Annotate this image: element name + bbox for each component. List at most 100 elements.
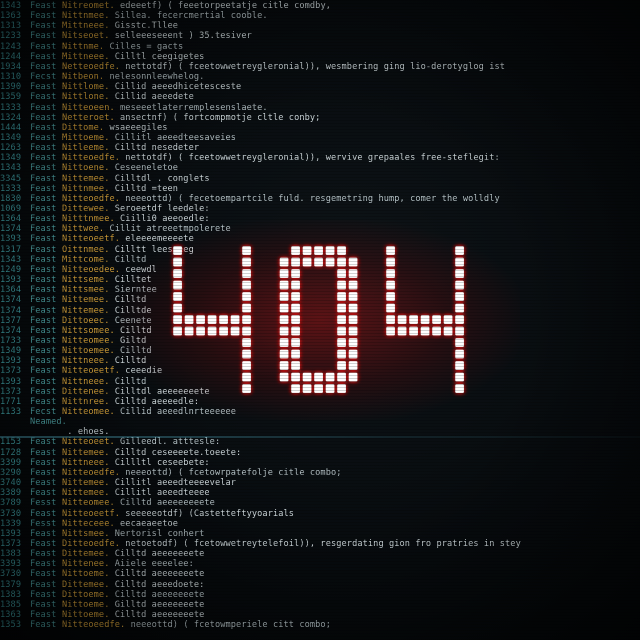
digit-dot <box>420 326 430 336</box>
digit-dot <box>242 292 251 301</box>
digit-dot <box>173 246 182 255</box>
digit-dot <box>325 257 335 267</box>
digit-dot <box>337 269 346 278</box>
digit-dot <box>242 303 251 313</box>
digit-dot <box>242 326 251 336</box>
digit-dot <box>386 280 395 290</box>
keyword: Feast <box>30 620 57 631</box>
digit-dot <box>242 246 251 255</box>
digit-dot <box>242 349 251 359</box>
digit-dot <box>291 361 300 370</box>
digit-dot <box>386 292 395 301</box>
digit-dot <box>219 315 228 324</box>
digit-dot <box>173 292 182 301</box>
digit-dot <box>443 326 453 336</box>
digit-dot <box>409 326 418 336</box>
digit-dot <box>291 315 300 324</box>
digit-dot <box>314 384 323 393</box>
digit-dot <box>386 326 395 336</box>
digit-dot <box>279 292 289 301</box>
digit-dot <box>302 372 312 382</box>
digit-dot <box>348 361 358 370</box>
digit-dot <box>291 303 300 313</box>
digit-dot <box>291 349 300 359</box>
digit-dot <box>348 326 358 336</box>
digit-dot <box>348 372 358 382</box>
digit-dot <box>409 315 418 324</box>
digit-dot <box>279 303 289 313</box>
digit-dot <box>386 246 395 255</box>
digit-dot <box>242 269 251 278</box>
digit-dot <box>455 303 464 313</box>
digit-dot <box>302 384 312 393</box>
digit-dot <box>348 269 358 278</box>
digit-dot <box>337 292 346 301</box>
digit-dot <box>397 326 407 336</box>
digit-dot <box>386 269 395 278</box>
digit-dot <box>455 338 464 347</box>
digit-dot <box>337 280 346 290</box>
digit-dot <box>302 257 312 267</box>
digit-dot <box>397 315 407 324</box>
digit-dot <box>455 257 464 267</box>
divider-line <box>0 436 640 438</box>
digit-dot <box>279 326 289 336</box>
digit-dot <box>455 372 464 382</box>
digit-dot <box>173 269 182 278</box>
digit-dot <box>337 384 346 393</box>
digit-dot <box>455 384 464 393</box>
digit-dot <box>348 280 358 290</box>
digit-dot <box>279 361 289 370</box>
digit-dot <box>337 361 346 370</box>
digit-dot <box>291 269 300 278</box>
digit-dot <box>314 257 323 267</box>
digit-dot <box>314 246 323 255</box>
digit-dot <box>207 315 217 324</box>
digit-dot <box>196 315 205 324</box>
digit-dot <box>348 349 358 359</box>
digit-dot <box>348 257 358 267</box>
digit-dot <box>196 326 205 336</box>
error-code-dotmatrix <box>173 246 464 393</box>
digit-dot <box>455 326 464 336</box>
digit-dot <box>455 315 464 324</box>
digit-dot <box>325 384 335 393</box>
digit-dot <box>432 326 441 336</box>
digit-dot <box>291 326 300 336</box>
digit-dot <box>337 372 346 382</box>
digit-dot <box>337 326 346 336</box>
digit-dot <box>291 246 300 255</box>
digit-dot <box>291 372 300 382</box>
digit-dot <box>279 257 289 267</box>
digit-dot <box>173 257 182 267</box>
digit-dot <box>207 326 217 336</box>
digit-dot <box>279 315 289 324</box>
digit-dot <box>242 315 251 324</box>
digit-dot <box>291 384 300 393</box>
digit-dot <box>386 303 395 313</box>
digit-dot <box>386 257 395 267</box>
digit-dot <box>337 338 346 347</box>
digit-dot <box>455 246 464 255</box>
digit-dot <box>455 349 464 359</box>
digit-dot <box>230 315 240 324</box>
digit-dot <box>279 280 289 290</box>
digit-dot <box>337 257 346 267</box>
digit-dot <box>455 280 464 290</box>
digit-dot <box>184 315 194 324</box>
digit-dot <box>279 338 289 347</box>
digit-dot <box>242 372 251 382</box>
digit-dot <box>348 303 358 313</box>
digit-dot <box>455 292 464 301</box>
line-number: 1353 <box>0 620 22 631</box>
digit-dot <box>219 326 228 336</box>
digit-dot <box>279 349 289 359</box>
digit-dot <box>230 326 240 336</box>
class-name: Nitteoeedfe. <box>62 620 126 631</box>
digit-dot <box>291 280 300 290</box>
digit-dot <box>325 246 335 255</box>
digit-dot <box>184 326 194 336</box>
digit-dot <box>455 361 464 370</box>
digit-dot <box>337 303 346 313</box>
digit-dot <box>325 372 335 382</box>
